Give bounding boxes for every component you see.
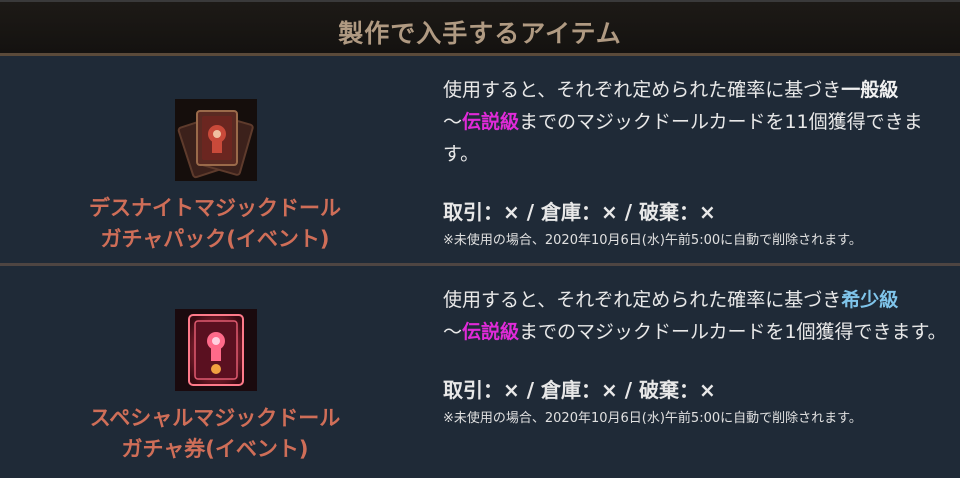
grade-to: 伝説級 xyxy=(462,321,520,343)
item-name-line2: ガチャパック(イベント) xyxy=(100,227,330,251)
trade-restrictions: 取引：× / 倉庫：× / 破棄：× xyxy=(443,378,716,402)
grade-from: 希少級 xyxy=(841,289,899,311)
desc-text: 使用すると、それぞれ定められた確率に基づき xyxy=(443,79,842,101)
item-info: スペシャルマジックドール ガチャ券(イベント) xyxy=(0,266,430,473)
expiry-note: ※未使用の場合、2020年10月6日(水)午前5:00に自動で削除されます。 xyxy=(443,411,862,426)
card-pack-icon xyxy=(175,99,257,181)
item-details: 使用すると、それぞれ定められた確率に基づき一般級 ～伝説級までのマジックドールカー… xyxy=(443,74,948,248)
item-name-line2: ガチャ券(イベント) xyxy=(121,437,309,461)
item-details: 使用すると、それぞれ定められた確率に基づき希少級 ～伝説級までのマジックドールカー… xyxy=(443,284,948,426)
item-description: 使用すると、それぞれ定められた確率に基づき一般級 ～伝説級までのマジックドールカー… xyxy=(443,74,948,170)
item-info: デスナイトマジックドール ガチャパック(イベント) xyxy=(0,56,430,263)
section-header: 製作で入手するアイテム xyxy=(0,0,960,56)
desc-tilde: ～ xyxy=(443,111,463,133)
gacha-ticket-icon xyxy=(175,309,257,391)
item-description: 使用すると、それぞれ定められた確率に基づき希少級 ～伝説級までのマジックドールカー… xyxy=(443,284,948,348)
desc-text: 使用すると、それぞれ定められた確率に基づき xyxy=(443,289,842,311)
item-name-line1: デスナイトマジックドール xyxy=(89,196,341,220)
desc-text: までのマジックドールカードを1個獲得できます。 xyxy=(519,321,947,343)
item-row: デスナイトマジックドール ガチャパック(イベント) 使用すると、それぞれ定められ… xyxy=(0,56,960,263)
grade-to: 伝説級 xyxy=(462,111,520,133)
grade-from: 一般級 xyxy=(841,79,899,101)
expiry-note: ※未使用の場合、2020年10月6日(水)午前5:00に自動で削除されます。 xyxy=(443,233,862,248)
item-name-line1: スペシャルマジックドール xyxy=(89,406,341,430)
item-row: スペシャルマジックドール ガチャ券(イベント) 使用すると、それぞれ定められた確… xyxy=(0,263,960,473)
section-title: 製作で入手するアイテム xyxy=(338,18,622,48)
trade-restrictions: 取引：× / 倉庫：× / 破棄：× xyxy=(443,200,716,224)
desc-tilde: ～ xyxy=(443,321,463,343)
